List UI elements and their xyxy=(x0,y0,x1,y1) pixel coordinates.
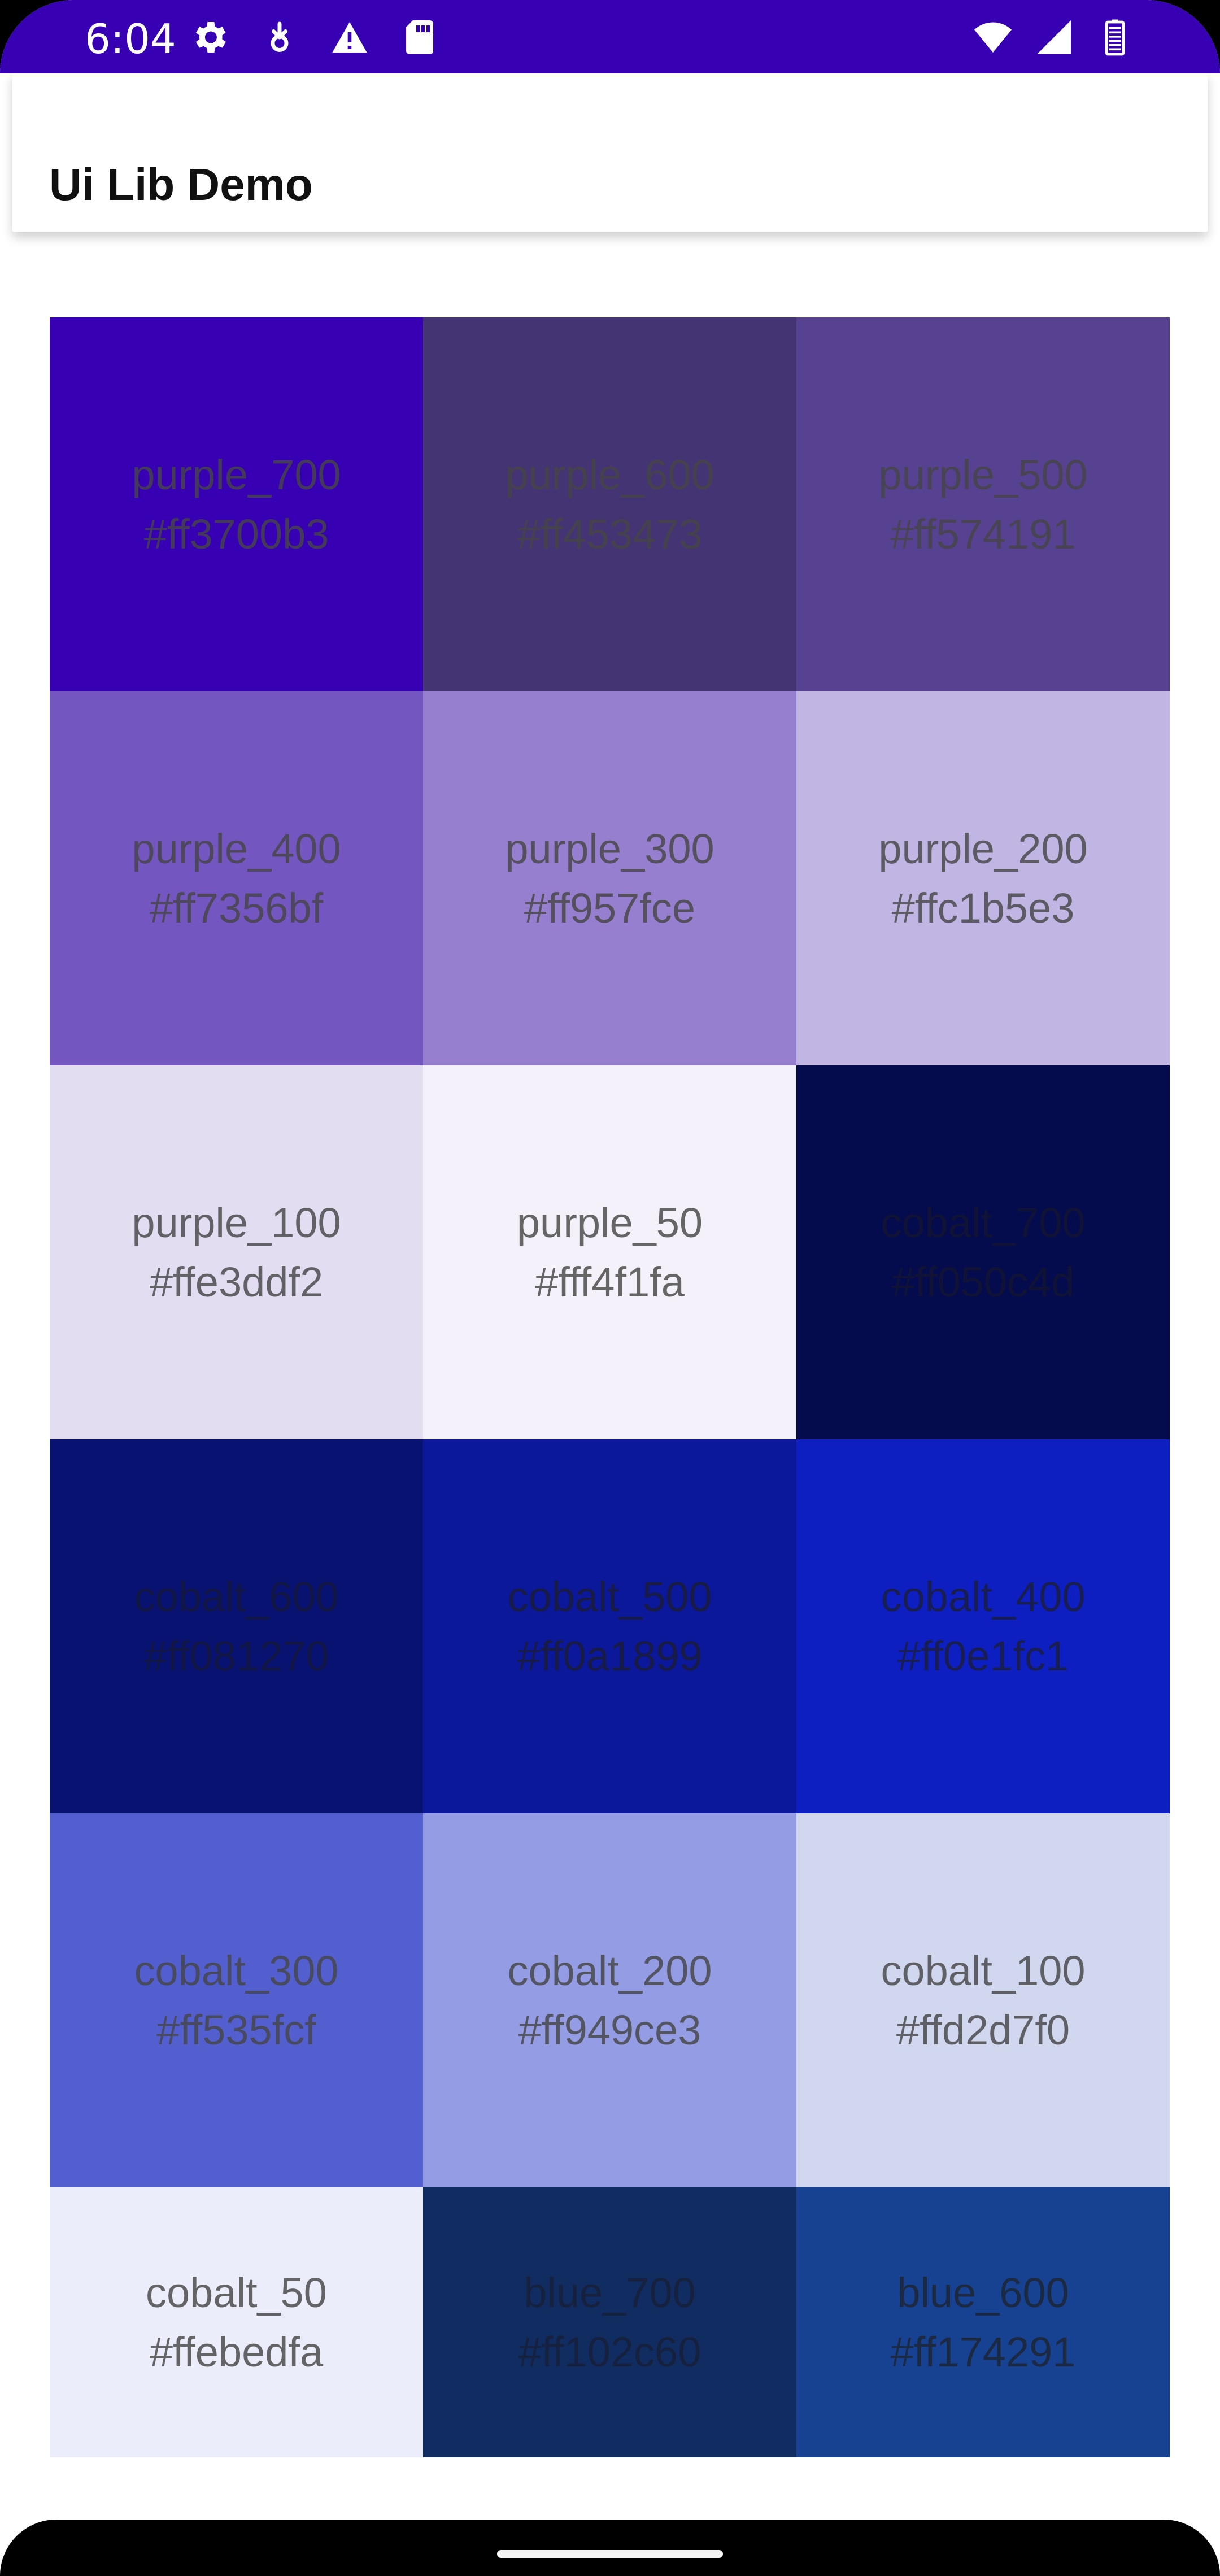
swatch-hex: #ff174291 xyxy=(890,2329,1076,2375)
swatch-name: cobalt_700 xyxy=(881,1199,1086,1246)
swatch-hex: #ff535fcf xyxy=(156,2007,316,2053)
swatch-name: cobalt_500 xyxy=(507,1573,712,1620)
swatch-name: blue_600 xyxy=(897,2269,1069,2316)
app-title: Ui Lib Demo xyxy=(49,159,313,210)
color-swatch: cobalt_300 #ff535fcf xyxy=(50,1813,423,2187)
swatch-name: cobalt_200 xyxy=(507,1947,712,1994)
swatch-name: purple_50 xyxy=(516,1199,703,1246)
status-left-icons xyxy=(189,17,440,58)
home-indicator[interactable] xyxy=(497,2550,723,2558)
swatch-hex: #ffc1b5e3 xyxy=(891,885,1075,932)
wifi-icon xyxy=(974,22,1012,53)
swatch-hex: #ff050c4d xyxy=(891,1259,1075,1306)
color-swatch: purple_700 #ff3700b3 xyxy=(50,317,423,691)
navigation-area xyxy=(0,2520,1220,2576)
swatch-name: cobalt_400 xyxy=(881,1573,1086,1620)
color-swatch: cobalt_600 #ff081270 xyxy=(50,1439,423,1813)
swatch-hex: #ff949ce3 xyxy=(518,2007,702,2053)
color-swatch: purple_100 #ffe3ddf2 xyxy=(50,1065,423,1439)
swatch-hex: #ff7356bf xyxy=(149,885,324,932)
swatch-name: cobalt_100 xyxy=(881,1947,1086,1994)
warning-icon xyxy=(332,22,367,53)
swatch-hex: #ffebedfa xyxy=(149,2329,324,2375)
app-screen: 6:04 Ui Lib Demo purple_700 #ff3700b3 pu… xyxy=(0,0,1220,2576)
swatch-name: cobalt_300 xyxy=(134,1947,339,1994)
swatch-hex: #ff102c60 xyxy=(518,2329,702,2375)
color-swatch: cobalt_500 #ff0a1899 xyxy=(423,1439,796,1813)
status-right-icons xyxy=(973,17,1135,58)
status-time: 6:04 xyxy=(85,15,176,63)
color-swatch: purple_500 #ff574191 xyxy=(796,317,1170,691)
swatch-hex: #ff0e1fc1 xyxy=(897,1633,1069,1679)
swatch-name: purple_100 xyxy=(132,1199,341,1246)
battery-icon xyxy=(1105,19,1125,56)
swatch-hex: #fff4f1fa xyxy=(535,1259,685,1306)
swatch-name: blue_700 xyxy=(524,2269,696,2316)
swatch-hex: #ffd2d7f0 xyxy=(896,2007,1070,2053)
swatch-hex: #ff957fce xyxy=(524,885,696,932)
top-app-bar: Ui Lib Demo xyxy=(12,73,1208,232)
color-swatch: purple_600 #ff453473 xyxy=(423,317,796,691)
sd-card-icon xyxy=(406,20,433,54)
swatch-hex: #ff3700b3 xyxy=(143,511,329,558)
color-swatch: cobalt_50 #ffebedfa xyxy=(50,2187,423,2457)
swatch-name: purple_700 xyxy=(132,451,341,498)
swatch-hex: #ff574191 xyxy=(890,511,1076,558)
color-swatch-grid: purple_700 #ff3700b3 purple_600 #ff453473 pu… xyxy=(50,317,1170,2457)
color-swatch: cobalt_700 #ff050c4d xyxy=(796,1065,1170,1439)
swatch-name: purple_500 xyxy=(878,451,1088,498)
color-swatch: purple_50 #fff4f1fa xyxy=(423,1065,796,1439)
color-swatch: purple_300 #ff957fce xyxy=(423,691,796,1065)
cellular-icon xyxy=(1037,20,1071,54)
swatch-name: cobalt_50 xyxy=(146,2269,327,2316)
color-swatch: cobalt_200 #ff949ce3 xyxy=(423,1813,796,2187)
swatch-name: purple_200 xyxy=(878,825,1088,872)
swatch-name: purple_300 xyxy=(505,825,714,872)
color-swatch: purple_400 #ff7356bf xyxy=(50,691,423,1065)
swatch-name: cobalt_600 xyxy=(134,1573,339,1620)
settings-icon xyxy=(196,22,226,53)
download-icon xyxy=(271,21,289,52)
swatch-hex: #ffe3ddf2 xyxy=(149,1259,324,1306)
color-swatch: cobalt_100 #ffd2d7f0 xyxy=(796,1813,1170,2187)
swatch-name: purple_400 xyxy=(132,825,341,872)
status-bar: 6:04 xyxy=(0,0,1220,73)
swatch-hex: #ff0a1899 xyxy=(517,1633,703,1679)
color-swatch: cobalt_400 #ff0e1fc1 xyxy=(796,1439,1170,1813)
swatch-hex: #ff453473 xyxy=(517,511,703,558)
color-swatch: blue_700 #ff102c60 xyxy=(423,2187,796,2457)
swatch-name: purple_600 xyxy=(505,451,714,498)
swatch-hex: #ff081270 xyxy=(143,1633,329,1679)
color-swatch: blue_600 #ff174291 xyxy=(796,2187,1170,2457)
color-swatch: purple_200 #ffc1b5e3 xyxy=(796,691,1170,1065)
